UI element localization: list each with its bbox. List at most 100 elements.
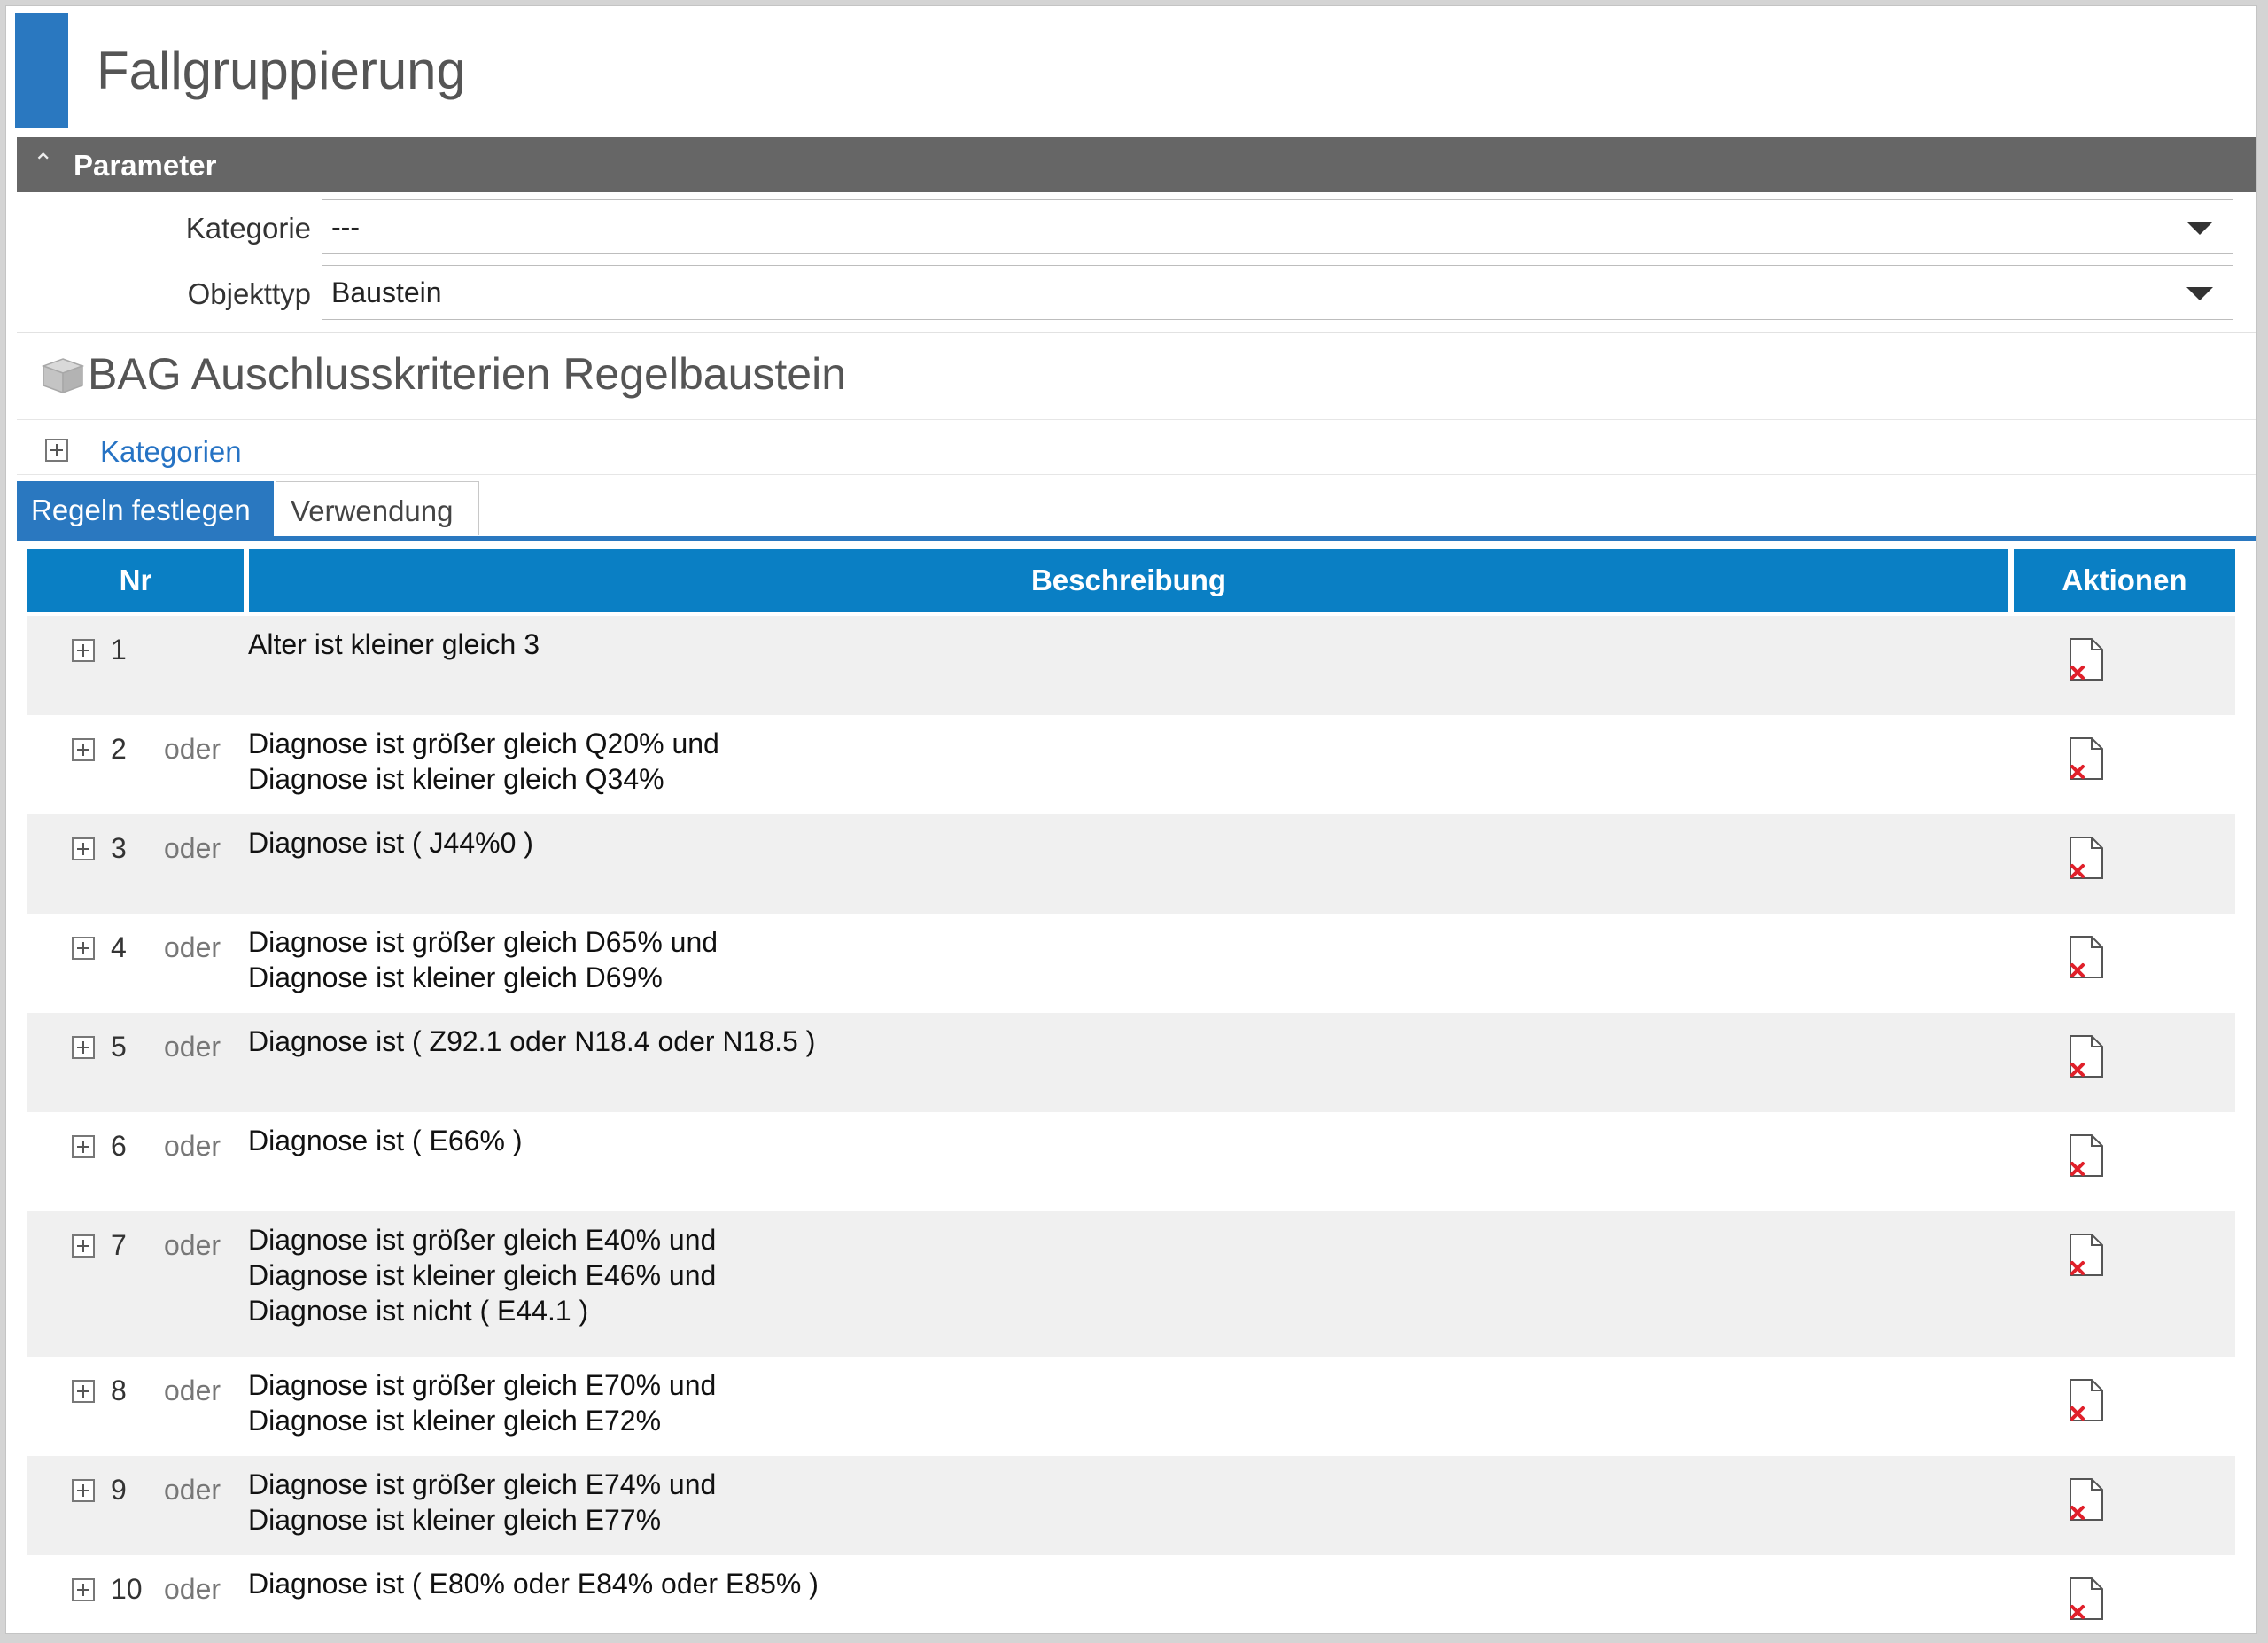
row-description: Diagnose ist ( Z92.1 oder N18.4 oder N18… [248, 1024, 815, 1059]
description-line: Diagnose ist größer gleich D65% und [248, 926, 718, 958]
dropdown-arrow-icon[interactable] [2186, 222, 2213, 235]
table-row[interactable]: 2 oder Diagnose ist größer gleich Q20% und… [27, 715, 2235, 814]
row-description: Diagnose ist größer gleich E70% und Diagn… [248, 1367, 716, 1438]
row-description: Diagnose ist ( E80% oder E84% oder E85% … [248, 1566, 819, 1601]
row-number: 4 [111, 931, 127, 963]
rules-table: Nr Beschreibung Aktionen 1 Alter ist klei… [27, 549, 2235, 1633]
description-line: Diagnose ist nicht ( E44.1 ) [248, 1295, 589, 1327]
tab-label: Regeln festlegen [31, 494, 251, 526]
table-row[interactable]: 10 oder Diagnose ist ( E80% oder E84% oder… [27, 1555, 2235, 1633]
row-description: Diagnose ist ( J44%0 ) [248, 825, 533, 860]
row-description: Diagnose ist größer gleich D65% und Diagn… [248, 924, 718, 995]
plus-box-icon[interactable] [45, 439, 68, 462]
plus-box-icon[interactable] [72, 1234, 95, 1258]
objekttyp-value: Baustein [331, 276, 442, 308]
row-description: Alter ist kleiner gleich 3 [248, 627, 540, 662]
row-operator: oder [164, 1374, 221, 1406]
divider [17, 474, 2256, 475]
delete-document-icon[interactable] [2067, 935, 2106, 981]
row-number: 8 [111, 1374, 127, 1406]
tab-label: Verwendung [291, 494, 454, 527]
delete-document-icon[interactable] [2067, 1378, 2106, 1424]
row-operator: oder [164, 1573, 221, 1605]
column-header-aktionen[interactable]: Aktionen [2014, 549, 2235, 612]
plus-box-icon[interactable] [72, 1479, 95, 1502]
row-number: 3 [111, 832, 127, 864]
page-title: Fallgruppierung [97, 41, 466, 100]
app-window: Fallgruppierung ⌃ Parameter Kategorie --… [5, 5, 2257, 1634]
title-bar: Fallgruppierung [15, 13, 2248, 128]
table-row[interactable]: 4 oder Diagnose ist größer gleich D65% und… [27, 914, 2235, 1013]
delete-document-icon[interactable] [2067, 637, 2106, 683]
parameter-section-label: Parameter [74, 149, 217, 182]
row-operator: oder [164, 832, 221, 864]
description-line: Diagnose ist größer gleich E40% und [248, 1224, 717, 1256]
plus-box-icon[interactable] [72, 1036, 95, 1059]
plus-box-icon[interactable] [72, 1578, 95, 1601]
row-number: 5 [111, 1031, 127, 1063]
row-number: 10 [111, 1573, 143, 1605]
plus-box-icon[interactable] [72, 937, 95, 960]
table-row[interactable]: 9 oder Diagnose ist größer gleich E74% und… [27, 1456, 2235, 1555]
description-line: Diagnose ist kleiner gleich E77% [248, 1504, 662, 1536]
object-title-text: BAG Auschlusskriterien Regelbaustein [88, 349, 847, 399]
objekttyp-select[interactable]: Baustein [322, 265, 2233, 320]
kategorien-link[interactable]: Kategorien [100, 435, 242, 469]
row-number: 7 [111, 1229, 127, 1261]
delete-document-icon[interactable] [2067, 1034, 2106, 1080]
column-header-beschreibung[interactable]: Beschreibung [249, 549, 2008, 612]
table-row[interactable]: 6 oder Diagnose ist ( E66% ) [27, 1112, 2235, 1211]
description-line: Diagnose ist kleiner gleich D69% [248, 962, 663, 993]
tab-underline [17, 536, 2256, 541]
description-line: Diagnose ist ( J44%0 ) [248, 827, 533, 859]
tab-regeln-festlegen[interactable]: Regeln festlegen [17, 481, 274, 536]
row-number: 6 [111, 1130, 127, 1162]
plus-box-icon[interactable] [72, 1135, 95, 1158]
parameter-form: Kategorie --- Objekttyp Baustein [17, 192, 2256, 333]
description-line: Diagnose ist ( E66% ) [248, 1125, 523, 1156]
chevron-up-icon[interactable]: ⌃ [33, 148, 53, 177]
delete-document-icon[interactable] [2067, 1477, 2106, 1523]
row-operator: oder [164, 733, 221, 765]
table-row[interactable]: 1 Alter ist kleiner gleich 3 [27, 616, 2235, 715]
plus-box-icon[interactable] [72, 639, 95, 662]
delete-document-icon[interactable] [2067, 836, 2106, 882]
table-row[interactable]: 5 oder Diagnose ist ( Z92.1 oder N18.4 ode… [27, 1013, 2235, 1112]
tab-verwendung[interactable]: Verwendung [276, 481, 479, 535]
table-row[interactable]: 7 oder Diagnose ist größer gleich E40% und… [27, 1211, 2235, 1357]
table-row[interactable]: 8 oder Diagnose ist größer gleich E70% und… [27, 1357, 2235, 1456]
row-operator: oder [164, 1229, 221, 1261]
row-number: 9 [111, 1474, 127, 1506]
row-operator: oder [164, 931, 221, 963]
plus-box-icon[interactable] [72, 1380, 95, 1403]
description-line: Diagnose ist kleiner gleich Q34% [248, 763, 664, 795]
delete-document-icon[interactable] [2067, 736, 2106, 783]
table-header: Nr Beschreibung Aktionen [27, 549, 2235, 612]
delete-document-icon[interactable] [2067, 1577, 2106, 1623]
description-line: Diagnose ist kleiner gleich E46% und [248, 1259, 717, 1291]
kategorie-row: Kategorie --- [17, 199, 2256, 254]
description-line: Diagnose ist größer gleich E74% und [248, 1468, 717, 1500]
row-number: 1 [111, 634, 127, 666]
description-line: Diagnose ist größer gleich E70% und [248, 1369, 717, 1401]
row-operator: oder [164, 1031, 221, 1063]
row-description: Diagnose ist ( E66% ) [248, 1123, 522, 1158]
parameter-section-header[interactable]: ⌃ Parameter [17, 137, 2256, 192]
description-line: Diagnose ist ( Z92.1 oder N18.4 oder N18… [248, 1025, 816, 1057]
delete-document-icon[interactable] [2067, 1133, 2106, 1180]
row-number: 2 [111, 733, 127, 765]
description-line: Alter ist kleiner gleich 3 [248, 628, 540, 660]
table-row[interactable]: 3 oder Diagnose ist ( J44%0 ) [27, 814, 2235, 914]
plus-box-icon[interactable] [72, 837, 95, 860]
plus-box-icon[interactable] [72, 738, 95, 761]
row-description: Diagnose ist größer gleich E74% und Diagn… [248, 1467, 716, 1538]
title-accent-bar [15, 13, 68, 128]
column-header-nr[interactable]: Nr [27, 549, 244, 612]
divider [17, 419, 2256, 420]
description-line: Diagnose ist kleiner gleich E72% [248, 1405, 662, 1437]
cube-icon [41, 358, 85, 394]
delete-document-icon[interactable] [2067, 1233, 2106, 1279]
row-description: Diagnose ist größer gleich Q20% und Diagn… [248, 726, 719, 797]
dropdown-arrow-icon[interactable] [2186, 287, 2213, 300]
kategorie-select[interactable]: --- [322, 199, 2233, 254]
